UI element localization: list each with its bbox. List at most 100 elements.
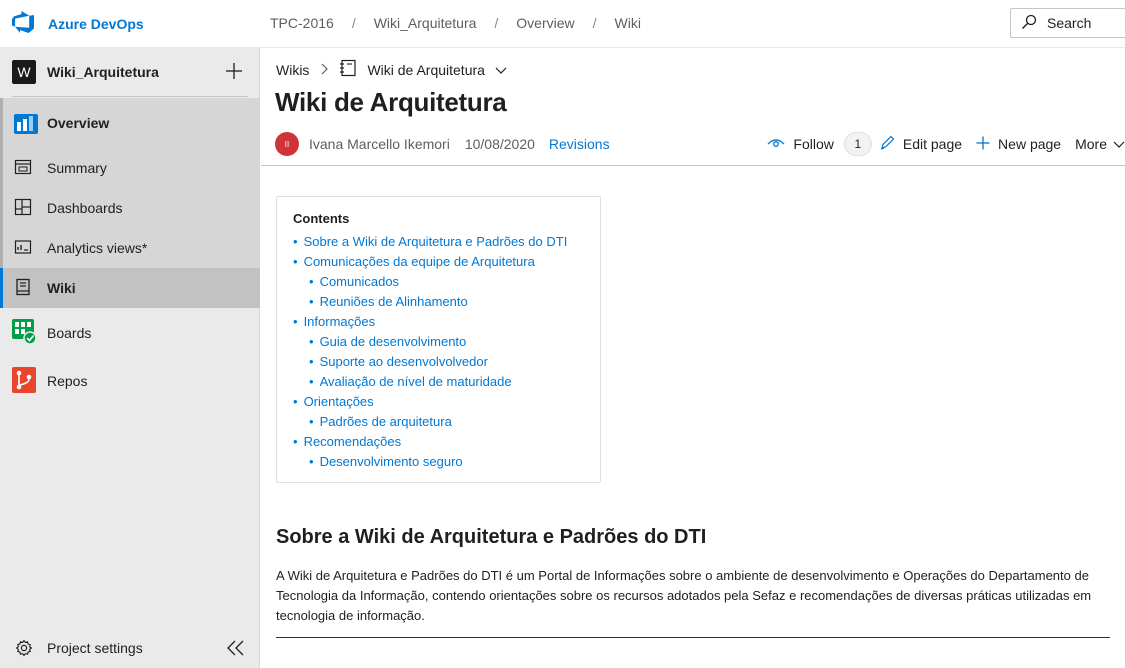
toc-link-label: Sobre a Wiki de Arquitetura e Padrões do… [303, 234, 568, 249]
azure-devops-logo-icon [12, 10, 36, 39]
new-page-label: New page [998, 136, 1062, 152]
follow-label: Follow [793, 136, 834, 152]
pencil-icon [880, 135, 895, 153]
search-box[interactable]: Search [1010, 8, 1125, 38]
more-button[interactable]: More [1075, 136, 1125, 152]
chevron-right-icon [319, 62, 329, 78]
toc-link[interactable]: • Avaliação de nível de maturidade [293, 372, 584, 392]
toc-link[interactable]: • Suporte ao desenvolvolvedor [293, 352, 584, 372]
project-name: Wiki_Arquitetura [47, 64, 159, 80]
toc-bullet: • [309, 294, 314, 309]
toc-bullet: • [293, 234, 298, 249]
toc-link[interactable]: • Reuniões de Alinhamento [293, 292, 584, 312]
overview-icon [14, 112, 38, 134]
toc-link-label: Padrões de arquitetura [319, 414, 452, 429]
toc-bullet: • [309, 354, 314, 369]
toc-link-label: Informações [303, 314, 376, 329]
sidebar-item-overview[interactable]: Overview [0, 98, 260, 148]
summary-icon [14, 158, 34, 178]
section-paragraph: A Wiki de Arquitetura e Padrões do DTI é… [276, 568, 1092, 623]
sidebar-item-repos[interactable]: Repos [0, 361, 260, 401]
revisions-link[interactable]: Revisions [549, 136, 610, 152]
toc-bullet: • [293, 254, 298, 269]
toc-link[interactable]: • Comunicados [293, 272, 584, 292]
wiki-selector[interactable]: Wiki de Arquitetura [367, 62, 485, 78]
breadcrumb-separator: / [351, 15, 356, 31]
brand-logo-link[interactable]: Azure DevOps [12, 10, 144, 39]
sidebar-item-project-settings[interactable]: Project settings [0, 628, 260, 668]
more-label: More [1075, 136, 1107, 152]
top-bar: Azure DevOps TPC-2016 / Wiki_Arquitetura… [0, 0, 1125, 48]
chevron-down-icon[interactable] [495, 62, 507, 78]
author-name: Ivana Marcello Ikemori [309, 136, 450, 152]
toc-link[interactable]: • Comunicações da equipe de Arquitetura [293, 252, 584, 272]
toc-link-label: Orientações [303, 394, 374, 409]
project-header[interactable]: W Wiki_Arquitetura [0, 48, 260, 96]
breadcrumb-wiki[interactable]: Wiki [615, 15, 641, 31]
page-title: Wiki de Arquitetura [275, 87, 507, 117]
boards-icon [12, 319, 38, 345]
repos-icon [12, 367, 36, 393]
breadcrumb-project[interactable]: Wiki_Arquitetura [374, 15, 477, 31]
sidebar-item-boards[interactable]: Boards [0, 313, 260, 353]
sidebar-item-analytics-views[interactable]: Analytics views* [0, 228, 260, 268]
toc-link[interactable]: • Recomendações [293, 432, 584, 452]
gear-icon [15, 639, 33, 660]
edit-page-label: Edit page [902, 136, 963, 152]
toc-bullet: • [309, 374, 314, 389]
toc-title: Contents [293, 211, 350, 226]
sidebar-item-label: Repos [47, 373, 88, 389]
toc-bullet: • [309, 334, 314, 349]
toc-link[interactable]: • Orientações [293, 392, 584, 412]
sidebar-item-label: Boards [47, 325, 92, 341]
chevron-down-icon [1113, 136, 1125, 152]
breadcrumb-org[interactable]: TPC-2016 [270, 15, 334, 31]
toc-bullet: • [309, 414, 314, 429]
sidebar-item-label: Summary [47, 160, 107, 176]
overview-nav-group: Overview Summary Dashboards Analytics vi… [0, 98, 260, 308]
breadcrumb: TPC-2016 / Wiki_Arquitetura / Overview /… [270, 15, 641, 31]
toc-link-label: Guia de desenvolvimento [319, 334, 467, 349]
toc-link-label: Comunicados [319, 274, 400, 289]
toc-link[interactable]: • Informações [293, 312, 584, 332]
follow-button[interactable]: Follow [767, 136, 834, 152]
wiki-breadcrumb: Wikis Wiki de Arquitetura [276, 59, 507, 80]
add-icon[interactable] [225, 62, 243, 85]
eye-icon [767, 136, 785, 152]
toc-link-label: Comunicações da equipe de Arquitetura [303, 254, 535, 269]
sidebar-item-summary[interactable]: Summary [0, 148, 260, 188]
author-avatar: II [275, 132, 299, 156]
sidebar-item-dashboards[interactable]: Dashboards [0, 188, 260, 228]
toc-link-label: Recomendações [303, 434, 402, 449]
sidebar-item-label: Wiki [47, 280, 76, 296]
collapse-sidebar-icon[interactable] [226, 640, 246, 659]
search-label: Search [1047, 15, 1092, 31]
table-of-contents: Contents • Sobre a Wiki de Arquitetura e … [276, 196, 601, 483]
breadcrumb-separator: / [592, 15, 597, 31]
analytics-icon [14, 238, 34, 258]
divider [12, 96, 248, 97]
page-meta: II Ivana Marcello Ikemori 10/08/2020 Rev… [275, 132, 610, 156]
sidebar-item-label: Overview [47, 115, 110, 131]
horizontal-rule [276, 637, 1110, 638]
edit-page-button[interactable]: Edit page [880, 135, 962, 153]
toc-link[interactable]: • Desenvolvimento seguro [293, 452, 584, 472]
toc-link[interactable]: • Padrões de arquitetura [293, 412, 584, 432]
brand-name: Azure DevOps [48, 16, 144, 32]
wiki-icon [14, 278, 34, 298]
toc-bullet: • [309, 454, 314, 469]
toc-link[interactable]: • Guia de desenvolvimento [293, 332, 584, 352]
new-page-button[interactable]: New page [976, 136, 1061, 153]
sidebar-item-label: Analytics views* [47, 240, 148, 256]
follow-count-badge[interactable]: 1 [843, 132, 872, 156]
toc-link-label: Suporte ao desenvolvolvedor [319, 354, 488, 369]
toc-link[interactable]: • Sobre a Wiki de Arquitetura e Padrões d… [293, 232, 584, 252]
sidebar-item-wiki[interactable]: Wiki [0, 268, 260, 308]
plus-icon [976, 136, 990, 153]
wikis-link[interactable]: Wikis [276, 62, 309, 78]
toc-link-label: Reuniões de Alinhamento [319, 294, 468, 309]
main-content: Wikis Wiki de Arquitetura Wiki de Arquit… [261, 48, 1125, 668]
breadcrumb-overview[interactable]: Overview [516, 15, 574, 31]
toc-bullet: • [309, 274, 314, 289]
project-avatar: W [12, 60, 36, 84]
